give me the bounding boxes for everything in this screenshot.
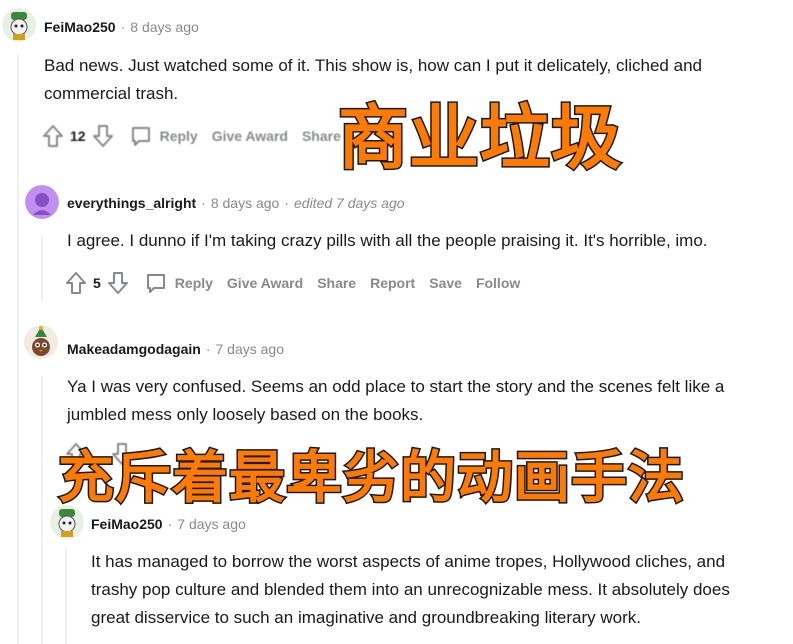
avatar[interactable] <box>25 185 59 219</box>
separator-dot: · <box>167 516 173 532</box>
follow-button[interactable]: Follow <box>476 275 520 291</box>
upvote-arrow-icon[interactable] <box>65 271 87 295</box>
separator-dot: · <box>120 19 126 35</box>
timestamp[interactable]: 7 days ago <box>177 516 246 532</box>
thread-line[interactable] <box>41 236 43 302</box>
comment-actions: 5 Reply Give Award Share Report Save Fol… <box>65 271 520 295</box>
reply-label: Reply <box>174 275 213 291</box>
timestamp[interactable]: 8 days ago <box>211 195 280 211</box>
reply-button[interactable]: Reply <box>130 125 198 147</box>
downvote-arrow-icon[interactable] <box>92 124 114 148</box>
separator-dot: · <box>201 195 206 211</box>
comment-line: jumbled mess only loosely based on the b… <box>67 405 424 424</box>
comment-line: trashy pop culture and blended them into… <box>91 580 730 599</box>
comment-body: I agree. I dunno if I'm taking crazy pil… <box>67 227 708 255</box>
timestamp[interactable]: 8 days ago <box>130 19 199 35</box>
share-button[interactable]: Share <box>302 128 341 144</box>
share-button[interactable]: Share <box>317 275 356 291</box>
username[interactable]: everythings_alright <box>67 195 196 211</box>
comment-body: It has managed to borrow the worst aspec… <box>91 548 730 632</box>
save-button[interactable]: Save <box>429 275 462 291</box>
comment-line: Ya I was very confused. Seems an odd pla… <box>67 377 725 396</box>
comment-meta: FeiMao250 · 8 days ago <box>44 19 199 35</box>
comment-line: great disservice to such an imaginative … <box>91 608 641 627</box>
comment-meta: Makeadamgodagain · 7 days ago <box>67 341 284 357</box>
downvote-arrow-icon[interactable] <box>107 271 129 295</box>
username[interactable]: FeiMao250 <box>91 516 163 532</box>
timestamp[interactable]: 7 days ago <box>216 341 285 357</box>
thread-line[interactable] <box>41 376 43 644</box>
edited-label: edited 7 days ago <box>294 195 405 211</box>
reply-button[interactable]: Reply <box>145 272 213 294</box>
separator-dot: · <box>205 341 211 357</box>
give-award-button[interactable]: Give Award <box>212 128 288 144</box>
comment-body: Ya I was very confused. Seems an odd pla… <box>67 373 724 429</box>
comment-actions: 12 Reply Give Award Share <box>42 124 341 148</box>
thread-line[interactable] <box>17 54 19 644</box>
separator-dot: · <box>284 195 289 211</box>
comment-meta: everythings_alright · 8 days ago · edite… <box>67 195 405 211</box>
speech-bubble-icon <box>146 274 165 293</box>
comment-meta: FeiMao250 · 7 days ago <box>91 516 246 532</box>
vote-count: 5 <box>93 275 101 291</box>
vote-count: 12 <box>70 128 86 144</box>
avatar[interactable] <box>2 8 36 42</box>
avatar[interactable] <box>24 325 58 359</box>
comment-line: It has managed to borrow the worst aspec… <box>91 552 726 571</box>
comment-line: Bad news. Just watched some of it. This … <box>44 56 702 75</box>
username[interactable]: FeiMao250 <box>44 19 116 35</box>
caption-overlay-top: 商业垃圾 <box>337 97 623 180</box>
thread-line[interactable] <box>65 548 67 644</box>
give-award-button[interactable]: Give Award <box>227 275 303 291</box>
comment-line: I agree. I dunno if I'm taking crazy pil… <box>67 231 708 250</box>
caption-overlay-bottom: 充斥着最卑劣的动画手法 <box>57 445 686 513</box>
upvote-arrow-icon[interactable] <box>42 124 64 148</box>
reply-label: Reply <box>159 128 198 144</box>
username[interactable]: Makeadamgodagain <box>67 341 201 357</box>
report-button[interactable]: Report <box>370 275 415 291</box>
speech-bubble-icon <box>131 127 150 146</box>
